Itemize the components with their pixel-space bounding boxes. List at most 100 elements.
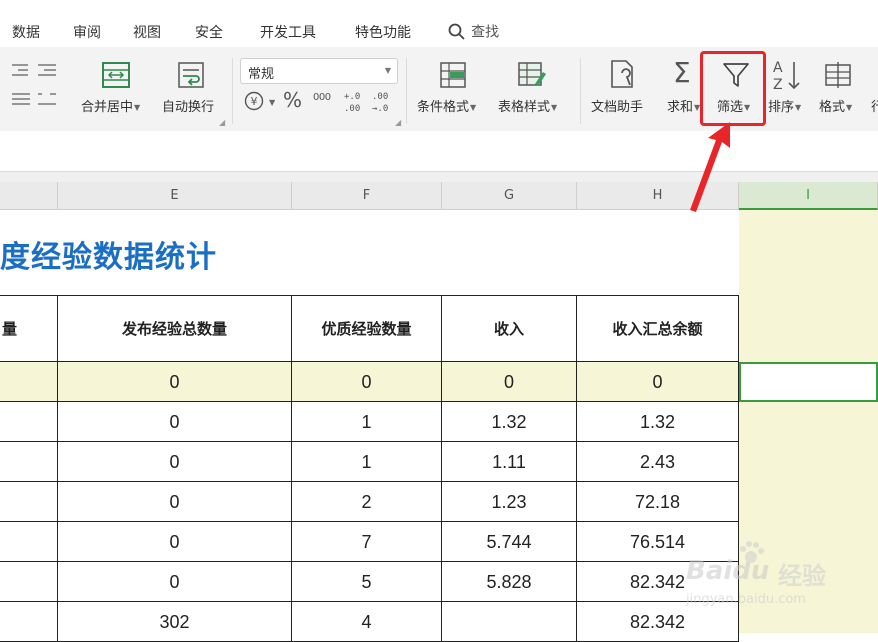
table-cell[interactable]: 5 bbox=[292, 562, 442, 602]
table-cell[interactable] bbox=[0, 522, 58, 562]
svg-text:A: A bbox=[773, 60, 783, 76]
format-label: 格式 bbox=[819, 100, 846, 115]
table-cell[interactable]: 0 bbox=[58, 482, 292, 522]
format-icon[interactable] bbox=[823, 60, 853, 90]
tab-data[interactable]: 数据 bbox=[12, 22, 40, 42]
table-cell[interactable] bbox=[0, 442, 58, 482]
table-cell[interactable]: 7 bbox=[292, 522, 442, 562]
table-cell[interactable] bbox=[0, 482, 58, 522]
conditional-format-label: 条件格式 bbox=[417, 100, 470, 115]
menu-bar bbox=[0, 0, 878, 47]
table-header-cell[interactable]: 优质经验数量 bbox=[292, 296, 442, 362]
conditional-format-button[interactable]: 条件格式▼ bbox=[417, 96, 476, 115]
table-cell[interactable]: 1.11 bbox=[442, 442, 577, 482]
table-cell[interactable]: 0 bbox=[442, 362, 577, 402]
chevron-down-icon: ▼ bbox=[551, 103, 558, 112]
tab-security[interactable]: 安全 bbox=[195, 22, 223, 42]
table-cell[interactable] bbox=[0, 402, 58, 442]
table-cell[interactable]: 0 bbox=[292, 362, 442, 402]
table-cell[interactable]: 4 bbox=[292, 602, 442, 642]
table-cell[interactable]: 2 bbox=[292, 482, 442, 522]
currency-icon[interactable]: ¥ ▼ bbox=[243, 90, 275, 112]
table-cell[interactable]: 302 bbox=[58, 602, 292, 642]
svg-text:¥: ¥ bbox=[251, 95, 258, 108]
table-cell[interactable]: 1.32 bbox=[577, 402, 739, 442]
table-cell[interactable]: 5.828 bbox=[442, 562, 577, 602]
chevron-down-icon: ▼ bbox=[384, 66, 391, 75]
expand-corner-icon[interactable]: ◢ bbox=[219, 118, 225, 127]
sheet-title[interactable]: 度经验数据统计 bbox=[0, 232, 217, 276]
tab-developer[interactable]: 开发工具 bbox=[260, 22, 316, 42]
search-button[interactable]: 查找 bbox=[448, 21, 499, 42]
row-col-button[interactable]: 行 bbox=[871, 96, 878, 115]
table-header-cell[interactable]: 量 bbox=[0, 296, 58, 362]
column-header-G[interactable]: G bbox=[442, 182, 577, 210]
align-indent-icons[interactable] bbox=[8, 60, 60, 112]
watermark-url: jingyan.baidu.com bbox=[686, 592, 806, 607]
column-header-F[interactable]: F bbox=[292, 182, 442, 210]
wrap-text-button[interactable]: 自动换行 bbox=[162, 96, 214, 115]
selected-cell[interactable] bbox=[739, 362, 878, 402]
increase-decimal-icon[interactable]: +.0 .00 bbox=[344, 90, 366, 114]
column-header-E[interactable]: E bbox=[58, 182, 292, 210]
table-cell[interactable]: 0 bbox=[58, 362, 292, 402]
ribbon-divider bbox=[580, 58, 581, 124]
wrap-text-icon[interactable] bbox=[176, 60, 206, 90]
table-style-button[interactable]: 表格样式▼ bbox=[498, 96, 557, 115]
sort-icon[interactable]: A Z bbox=[772, 58, 804, 92]
sigma-icon[interactable]: Σ bbox=[673, 56, 691, 89]
table-cell[interactable]: 5.744 bbox=[442, 522, 577, 562]
table-cell[interactable] bbox=[0, 562, 58, 602]
expand-corner-icon[interactable]: ◢ bbox=[395, 118, 401, 127]
sort-button[interactable]: 排序▼ bbox=[768, 96, 801, 115]
table-header-cell[interactable]: 收入 bbox=[442, 296, 577, 362]
svg-text:.00: .00 bbox=[372, 92, 388, 102]
percent-button[interactable]: % bbox=[283, 88, 302, 112]
chevron-down-icon: ▼ bbox=[795, 103, 802, 112]
table-cell[interactable]: 0 bbox=[58, 562, 292, 602]
table-cell[interactable] bbox=[0, 362, 58, 402]
table-cell[interactable]: 2.43 bbox=[577, 442, 739, 482]
sort-label: 排序 bbox=[768, 100, 795, 115]
table-style-label: 表格样式 bbox=[498, 100, 551, 115]
chevron-down-icon: ▼ bbox=[134, 103, 141, 112]
table-cell[interactable]: 1.23 bbox=[442, 482, 577, 522]
table-header-cell[interactable]: 发布经验总数量 bbox=[58, 296, 292, 362]
table-cell[interactable]: 1.32 bbox=[442, 402, 577, 442]
column-header-I[interactable]: I bbox=[739, 182, 878, 210]
table-cell[interactable]: 72.18 bbox=[577, 482, 739, 522]
tab-view[interactable]: 视图 bbox=[133, 22, 161, 42]
table-style-icon[interactable] bbox=[516, 60, 548, 90]
sum-button[interactable]: 求和▼ bbox=[667, 96, 700, 115]
thousands-button[interactable]: 000 bbox=[313, 92, 331, 103]
formula-bar[interactable] bbox=[0, 131, 878, 172]
watermark-text: 经验 bbox=[778, 562, 826, 590]
tab-review[interactable]: 审阅 bbox=[73, 22, 101, 42]
column-header-D[interactable] bbox=[0, 182, 58, 210]
search-icon bbox=[448, 23, 465, 40]
document-helper-button[interactable]: 文档助手 bbox=[591, 96, 643, 115]
svg-text:+.0: +.0 bbox=[344, 92, 360, 102]
tab-special[interactable]: 特色功能 bbox=[355, 22, 411, 42]
ribbon-divider bbox=[232, 58, 233, 124]
sum-label: 求和 bbox=[667, 100, 694, 115]
merge-center-button[interactable]: 合并居中▼ bbox=[81, 96, 140, 115]
number-format-value: 常规 bbox=[248, 67, 275, 82]
watermark: Baidu 经验 jingyan.baidu.com bbox=[686, 541, 876, 622]
table-cell[interactable]: 1 bbox=[292, 442, 442, 482]
spacer bbox=[0, 172, 878, 182]
table-cell[interactable]: 0 bbox=[577, 362, 739, 402]
table-cell[interactable] bbox=[0, 602, 58, 642]
format-button[interactable]: 格式▼ bbox=[819, 96, 852, 115]
table-cell[interactable] bbox=[442, 602, 577, 642]
table-cell[interactable]: 0 bbox=[58, 522, 292, 562]
table-cell[interactable]: 0 bbox=[58, 402, 292, 442]
number-format-dropdown[interactable]: 常规 ▼ bbox=[240, 58, 398, 84]
merge-center-icon[interactable] bbox=[101, 60, 131, 90]
conditional-format-icon[interactable] bbox=[438, 60, 468, 90]
table-header-cell[interactable]: 收入汇总余额 bbox=[577, 296, 739, 362]
decrease-decimal-icon[interactable]: .00 →.0 bbox=[372, 90, 396, 114]
document-helper-icon[interactable] bbox=[608, 58, 638, 90]
table-cell[interactable]: 1 bbox=[292, 402, 442, 442]
table-cell[interactable]: 0 bbox=[58, 442, 292, 482]
